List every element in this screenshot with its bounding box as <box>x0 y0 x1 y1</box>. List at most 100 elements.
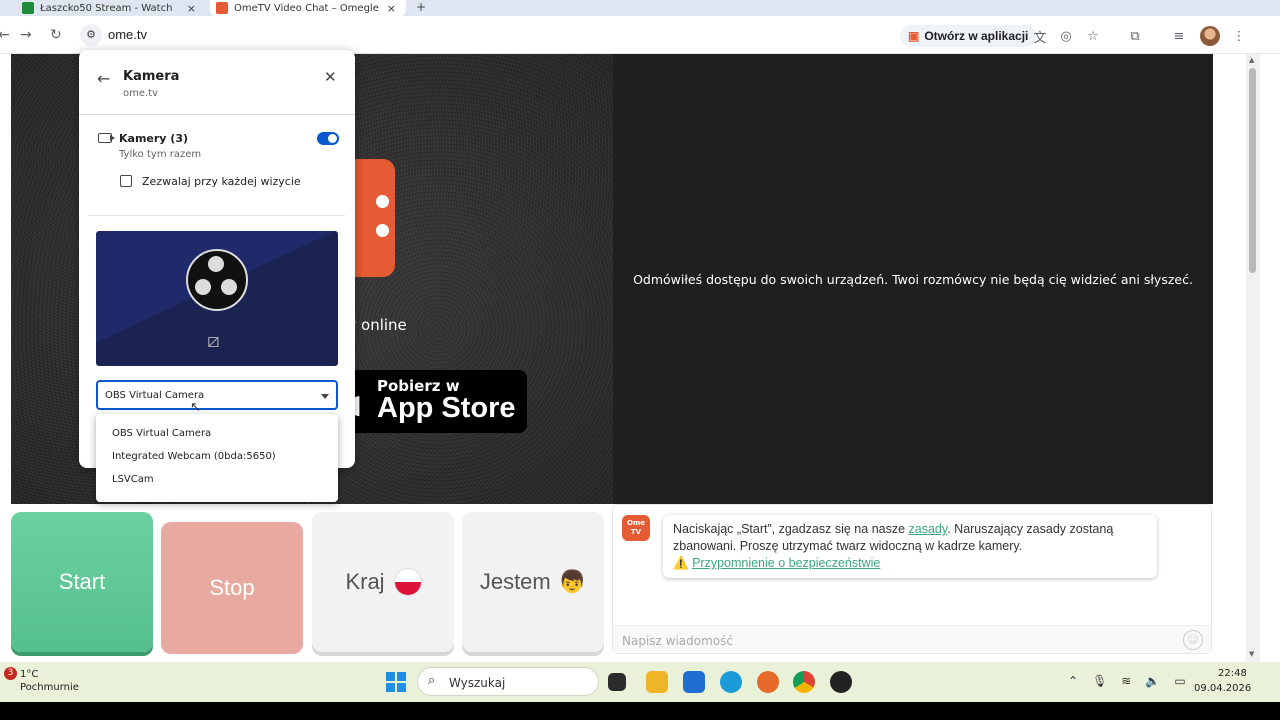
windows-taskbar: 3 1°C Pochmurnie ⌕ Wyszukaj ⌃ 🎙 ≋ 🔈 ▭ 22… <box>0 662 1280 702</box>
mouse-cursor-icon: ↖ <box>190 400 201 415</box>
panel-site: ome.tv <box>123 88 159 99</box>
message-input-bar[interactable]: Napisz wiadomość ☺ <box>613 625 1211 653</box>
camera-permission-label: Kamery (3) <box>119 132 189 145</box>
new-tab-button[interactable]: + <box>416 0 426 14</box>
weather-condition[interactable]: Pochmurnie <box>20 682 79 693</box>
translate-icon[interactable]: 文 <box>1029 25 1051 47</box>
screen-bottom-edge <box>0 702 1280 720</box>
task-view-icon[interactable] <box>608 673 626 691</box>
menu-icon[interactable]: ⋮ <box>1228 25 1250 47</box>
stop-label: Stop <box>209 575 255 600</box>
page-scrollbar[interactable]: ▲ ▼ <box>1246 54 1260 662</box>
back-icon[interactable]: ← <box>0 27 10 43</box>
app-icon[interactable] <box>757 671 779 693</box>
taskbar-search-input[interactable]: Wyszukaj <box>449 676 505 690</box>
reload-icon[interactable]: ↻ <box>50 27 62 43</box>
ometv-favicon-icon <box>216 2 228 14</box>
self-video-area: Odmówiłeś dostępu do swoich urządzeń. Tw… <box>613 54 1213 504</box>
profile-avatar[interactable] <box>1200 26 1220 46</box>
poland-flag-icon <box>394 569 421 595</box>
warning-icon: ⚠️ <box>673 556 689 570</box>
start-button[interactable]: Start <box>11 512 153 652</box>
clock-time[interactable]: 22:48 <box>1218 668 1247 679</box>
boy-face-icon: 👦 <box>558 569 587 594</box>
video-camera-icon <box>98 133 115 143</box>
scroll-up-icon[interactable]: ▲ <box>1249 56 1254 64</box>
obs-taskbar-icon[interactable] <box>830 671 852 693</box>
logo-dot <box>376 224 389 237</box>
obs-logo-icon <box>186 249 248 311</box>
tab-bar: Łaszcko50 Stream - Watch × OmeTV Video C… <box>0 0 1280 16</box>
battery-icon[interactable]: ▭ <box>1174 674 1185 688</box>
microphone-icon[interactable]: 🎙 <box>1092 674 1107 688</box>
site-settings-icon[interactable]: ⚙ <box>80 24 102 46</box>
scrollbar-thumb[interactable] <box>1249 68 1256 273</box>
volume-icon[interactable]: 🔈 <box>1145 674 1160 688</box>
camera-option[interactable]: LSVCam <box>112 474 154 485</box>
camera-select[interactable]: OBS Virtual Camera <box>96 380 338 410</box>
system-tray: ⌃ 🎙 ≋ 🔈 ▭ <box>1068 674 1186 688</box>
camera-dropdown-list: OBS Virtual Camera Integrated Webcam (0b… <box>96 414 338 502</box>
permission-duration: Tylko tym razem <box>119 149 202 160</box>
access-denied-message: Odmówiłeś dostępu do swoich urządzeń. Tw… <box>633 272 1193 287</box>
tab-ometv-close-icon[interactable]: × <box>387 2 396 15</box>
tab-stream[interactable]: Łaszcko50 Stream - Watch × <box>16 0 206 16</box>
back-arrow-icon[interactable]: ← <box>97 69 110 88</box>
tab-stream-label: Łaszcko50 Stream - Watch <box>40 2 173 14</box>
tab-ometv-label: OmeTV Video Chat – Omegle <box>234 2 379 14</box>
taskbar-search[interactable]: ⌕ Wyszukaj <box>417 667 599 696</box>
tab-ometv[interactable]: OmeTV Video Chat – Omegle × <box>210 0 406 16</box>
chrome-icon[interactable] <box>793 671 815 693</box>
address-bar[interactable]: ome.tv <box>108 27 147 42</box>
temperature[interactable]: 1°C <box>20 669 38 680</box>
allow-every-visit-label: Zezwalaj przy każdej wizycie <box>142 175 301 188</box>
chevron-up-icon[interactable]: ⌃ <box>1068 674 1078 688</box>
allow-every-visit-checkbox[interactable] <box>120 175 132 187</box>
divider <box>89 215 345 216</box>
chat-panel: Ome TV Naciskając „Start”, zgadzasz się … <box>612 504 1212 654</box>
app-store-big-text: App Store <box>377 392 516 424</box>
windows-start-icon[interactable] <box>386 672 406 692</box>
wifi-icon[interactable]: ≋ <box>1121 674 1131 688</box>
gender-button[interactable]: Jestem 👦 <box>462 512 604 652</box>
store-icon[interactable] <box>683 671 705 693</box>
stop-button[interactable]: Stop <box>161 522 303 654</box>
open-app-icon: ▣ <box>908 29 920 43</box>
forward-icon[interactable]: → <box>20 27 32 43</box>
media-control-icon[interactable]: ≡ <box>1168 25 1190 47</box>
camera-option[interactable]: Integrated Webcam (0bda:5650) <box>112 451 276 462</box>
divider <box>79 114 355 115</box>
camera-permission-toggle[interactable] <box>317 132 339 145</box>
close-icon[interactable]: ✕ <box>324 68 337 86</box>
scroll-down-icon[interactable]: ▼ <box>1249 650 1254 658</box>
search-icon: ⌕ <box>428 673 436 688</box>
camera-preview: ⧄ <box>96 231 338 366</box>
rules-link[interactable]: zasady <box>909 522 948 536</box>
open-in-app-button[interactable]: ▣ Otwórz w aplikacji <box>900 25 1037 47</box>
ometv-badge-icon: Ome TV <box>622 515 650 541</box>
message-text: Naciskając „Start”, zgadzasz się na nasz… <box>673 522 909 536</box>
system-message: Naciskając „Start”, zgadzasz się na nasz… <box>663 515 1157 578</box>
weather-badge: 3 <box>4 667 17 680</box>
camera-off-icon: ⧄ <box>207 328 220 352</box>
camera-permission-panel: ← Kamera ome.tv ✕ Kamery (3) Tylko tym r… <box>79 50 355 468</box>
emoji-icon[interactable]: ☺ <box>1183 630 1203 650</box>
logo-dot <box>376 195 389 208</box>
edge-icon[interactable] <box>720 671 742 693</box>
bookmark-star-icon[interactable]: ☆ <box>1082 25 1104 47</box>
message-input[interactable]: Napisz wiadomość <box>622 634 733 648</box>
country-button[interactable]: Kraj <box>312 512 454 652</box>
eye-off-icon[interactable]: ◎ <box>1055 25 1077 47</box>
file-explorer-icon[interactable] <box>646 671 668 693</box>
camera-option[interactable]: OBS Virtual Camera <box>112 428 211 439</box>
dropdown-arrow-icon <box>321 394 329 399</box>
panel-title: Kamera <box>123 69 180 84</box>
app-store-badge[interactable]: ◖ Pobierz w App Store <box>340 370 527 433</box>
tab-stream-close-icon[interactable]: × <box>187 2 196 15</box>
clock-date[interactable]: 09.04.2026 <box>1194 683 1251 694</box>
gender-label: Jestem <box>479 569 551 594</box>
safety-reminder-link[interactable]: Przypomnienie o bezpieczeństwie <box>692 556 880 570</box>
start-label: Start <box>58 569 106 594</box>
extensions-icon[interactable]: ⧉ <box>1124 25 1146 47</box>
country-label: Kraj <box>345 569 385 594</box>
